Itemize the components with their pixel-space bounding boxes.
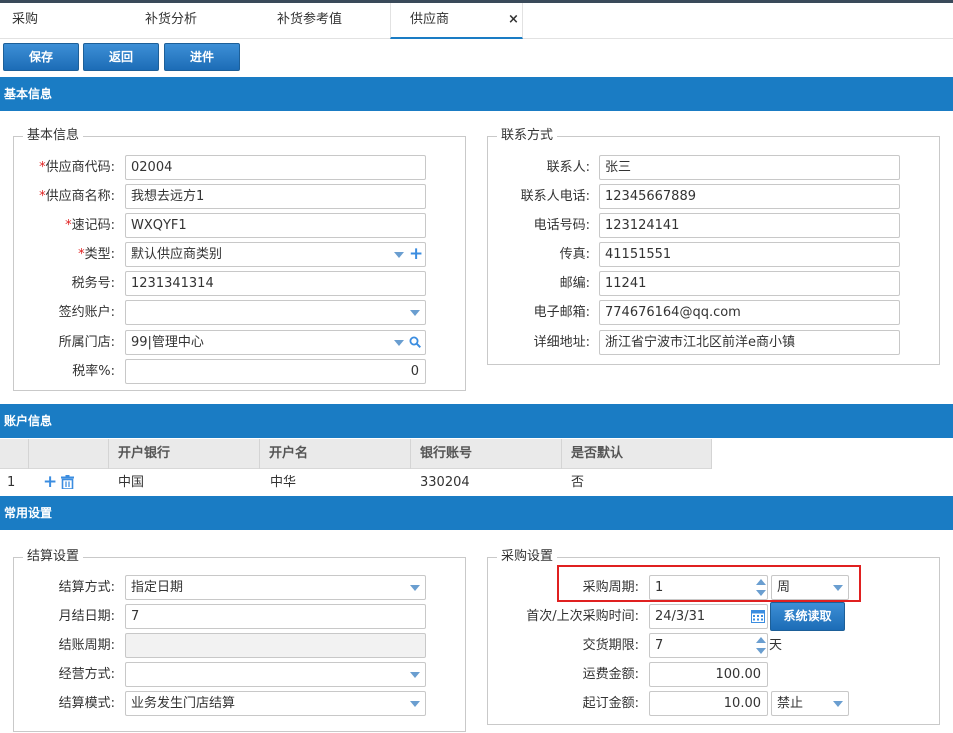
save-button[interactable]: 保存 xyxy=(3,43,79,71)
column-account-name: 开户名 xyxy=(259,439,410,469)
chevron-down-icon[interactable] xyxy=(833,701,843,707)
table-cell-bank[interactable]: 中国 xyxy=(109,470,144,496)
type-select[interactable]: 默认供应商类别 xyxy=(125,242,426,267)
monthly-date-input[interactable]: 7 xyxy=(125,604,426,629)
delivery-unit: 天 xyxy=(769,638,783,653)
stepper-icon[interactable] xyxy=(755,634,767,657)
phone-number-label: 电话号码: xyxy=(533,218,590,233)
email-field[interactable]: 774676164@qq.com xyxy=(599,300,900,325)
table-row-index: 1 xyxy=(7,475,16,490)
chevron-down-icon[interactable] xyxy=(394,340,404,346)
type-label: *类型: xyxy=(78,247,115,262)
chevron-down-icon[interactable] xyxy=(410,672,420,678)
system-read-button[interactable]: 系统读取 xyxy=(770,602,845,631)
first-last-purchase-label: 首次/上次采购时间: xyxy=(526,609,639,624)
tab-replenish-reference[interactable]: 补货参考值 xyxy=(277,3,342,38)
contact-legend: 联系方式 xyxy=(497,128,558,144)
signed-account-label: 签约账户: xyxy=(58,305,115,320)
chevron-down-icon[interactable] xyxy=(410,310,420,316)
settlement-legend: 结算设置 xyxy=(23,549,84,565)
settle-model-select[interactable]: 业务发生门店结算 xyxy=(125,691,426,716)
delivery-term-input[interactable]: 7 xyxy=(649,633,768,658)
purchase-legend: 采购设置 xyxy=(497,549,558,565)
shorthand-code-label: *速记码: xyxy=(65,218,115,233)
tax-number-input[interactable]: 1231341314 xyxy=(125,271,426,296)
freight-amount-input[interactable]: 100.00 xyxy=(649,662,768,687)
contact-phone-input[interactable]: 12345667889 xyxy=(599,184,900,209)
min-order-label: 起订金额: xyxy=(582,696,639,711)
supplier-name-input[interactable]: 我想去远方1 xyxy=(125,184,426,209)
tab-purchase[interactable]: 采购 xyxy=(12,3,38,38)
settle-method-select[interactable]: 指定日期 xyxy=(125,575,426,600)
postcode-label: 邮编: xyxy=(559,276,590,291)
business-mode-select[interactable] xyxy=(125,662,426,687)
min-order-input[interactable]: 10.00 xyxy=(649,691,768,716)
search-icon[interactable] xyxy=(409,336,421,348)
postcode-input[interactable]: 11241 xyxy=(599,271,900,296)
calendar-icon[interactable] xyxy=(751,609,765,623)
email-label: 电子邮箱: xyxy=(533,305,590,320)
table-header-blank xyxy=(28,439,108,469)
freight-amount-label: 运费金额: xyxy=(582,667,639,682)
add-row-icon[interactable]: + xyxy=(43,474,57,491)
business-mode-label: 经营方式: xyxy=(58,667,115,682)
back-button[interactable]: 返回 xyxy=(83,43,159,71)
chevron-down-icon[interactable] xyxy=(410,585,420,591)
fax-label: 传真: xyxy=(559,247,590,262)
store-select[interactable]: 99|管理中心 xyxy=(125,330,426,355)
trash-icon[interactable] xyxy=(61,475,74,489)
phone-number-input[interactable]: 123124141 xyxy=(599,213,900,238)
tax-rate-input[interactable]: 0 xyxy=(125,359,426,384)
signed-account-select[interactable] xyxy=(125,300,426,325)
delivery-term-label: 交货期限: xyxy=(582,638,639,653)
stock-in-button[interactable]: 进件 xyxy=(164,43,240,71)
billing-cycle-label: 结账周期: xyxy=(58,638,115,653)
column-account-number: 银行账号 xyxy=(410,439,561,469)
table-cell-default[interactable]: 否 xyxy=(562,470,584,496)
basic-info-legend: 基本信息 xyxy=(23,128,84,144)
address-label: 详细地址: xyxy=(533,335,590,350)
section-basic-info: 基本信息 xyxy=(0,77,953,111)
tax-number-label: 税务号: xyxy=(71,276,115,291)
tab-supplier[interactable]: 供应商 × xyxy=(390,3,523,39)
settle-model-label: 结算模式: xyxy=(58,696,115,711)
billing-cycle-input xyxy=(125,633,426,658)
highlight-box xyxy=(557,565,861,602)
settle-method-label: 结算方式: xyxy=(58,580,115,595)
tab-supplier-label: 供应商 xyxy=(410,12,450,27)
contact-phone-label: 联系人电话: xyxy=(520,189,590,204)
shorthand-code-input[interactable]: WXQYF1 xyxy=(125,213,426,238)
close-icon[interactable]: × xyxy=(508,3,519,36)
tax-rate-label: 税率%: xyxy=(72,364,115,379)
fax-input[interactable]: 41151551 xyxy=(599,242,900,267)
section-account-info: 账户信息 xyxy=(0,404,953,438)
section-common-settings: 常用设置 xyxy=(0,496,953,530)
column-bank: 开户银行 xyxy=(108,439,259,469)
store-label: 所属门店: xyxy=(58,335,115,350)
supplier-name-label: *供应商名称: xyxy=(39,189,115,204)
supplier-code-input[interactable]: 02004 xyxy=(125,155,426,180)
chevron-down-icon[interactable] xyxy=(394,252,404,258)
column-default: 是否默认 xyxy=(561,439,712,469)
address-input[interactable]: 浙江省宁波市江北区前洋e商小镇 xyxy=(599,330,900,355)
supplier-code-label: *供应商代码: xyxy=(39,160,115,175)
contact-person-input[interactable]: 张三 xyxy=(599,155,900,180)
monthly-date-label: 月结日期: xyxy=(58,609,115,624)
tab-replenish-analysis[interactable]: 补货分析 xyxy=(145,3,197,38)
chevron-down-icon[interactable] xyxy=(410,701,420,707)
tab-bar: 采购 补货分析 补货参考值 供应商 × xyxy=(0,3,953,39)
table-cell-account-name[interactable]: 中华 xyxy=(261,470,296,496)
contact-person-label: 联系人: xyxy=(546,160,590,175)
table-cell-account-number[interactable]: 330204 xyxy=(411,470,470,496)
plus-icon[interactable]: + xyxy=(409,246,423,263)
